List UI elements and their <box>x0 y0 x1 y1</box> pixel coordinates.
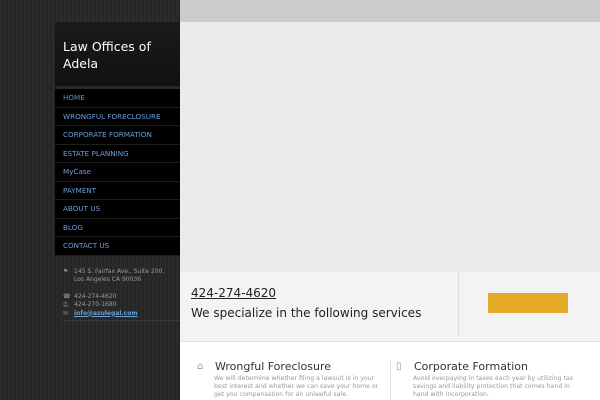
address: 145 S. Fairfax Ave., Suite 200, Los Ange… <box>74 268 164 285</box>
service-description: We will determine whether filing a lawsu… <box>214 375 387 399</box>
service-desc-line1: We will determine whether filing a lawsu… <box>214 375 375 382</box>
nav-item-contact-us[interactable]: CONTACT US <box>55 237 180 256</box>
phone-icon: ☎ <box>63 292 71 300</box>
services-divider <box>390 360 391 400</box>
phone-row: ☎ 424-274-4620 <box>63 293 180 302</box>
nav-item-about-us[interactable]: ABOUT US <box>55 200 180 219</box>
nav-item-blog[interactable]: BLOG <box>55 219 180 237</box>
fax-icon: ⎙ <box>63 301 68 308</box>
service-desc-line2: savings and liability protection that co… <box>413 383 570 390</box>
fax-row: ⎙ 424-270-1680 <box>63 301 180 310</box>
site-title-line1: Law Offices of <box>63 39 151 54</box>
address-row: ⚑ 145 S. Fairfax Ave., Suite 200, Los An… <box>63 268 180 285</box>
service-title[interactable]: Corporate Formation <box>414 360 528 373</box>
service-title[interactable]: Wrongful Foreclosure <box>215 360 331 373</box>
nav-item-mycase[interactable]: MyCase <box>55 163 180 182</box>
phone-number: 424-274-4620 <box>74 292 117 300</box>
service-head: ▯ Corporate Formation <box>396 360 586 373</box>
site-title-line2: Adela <box>63 56 99 71</box>
site-logo[interactable]: Law Offices of Adela <box>55 22 180 86</box>
service-description: Avoid overpaying in taxes each year by u… <box>413 375 586 399</box>
callout-text: We specialize in the following services <box>191 306 422 320</box>
service-desc-line3: get you compensation for an unlawful sal… <box>214 391 349 398</box>
address-line1: 145 S. Fairfax Ave., Suite 200, <box>74 267 165 275</box>
service-head: ⌂ Wrongful Foreclosure <box>197 360 387 373</box>
hero-slider[interactable] <box>180 22 600 272</box>
fax-number: 424-270-1680 <box>74 301 117 308</box>
contact-info: ⚑ 145 S. Fairfax Ave., Suite 200, Los An… <box>55 268 181 321</box>
service-desc-line3: hand with incorporation. <box>413 391 489 398</box>
contact-divider <box>63 320 181 321</box>
top-strip <box>180 0 600 22</box>
callout-button[interactable] <box>488 293 568 313</box>
map-marker-icon: ⚑ <box>63 267 69 275</box>
email-row: ✉ info@azulegal.com <box>63 310 180 319</box>
envelope-icon: ✉ <box>63 309 69 317</box>
callout-phone-link[interactable]: 424-274-4620 <box>191 286 276 300</box>
callout-divider <box>458 272 459 336</box>
nav-item-corporate-formation[interactable]: CORPORATE FORMATION <box>55 126 180 145</box>
nav-item-wrongful-foreclosure[interactable]: WRONGFUL FORECLOSURE <box>55 108 180 126</box>
email-link[interactable]: info@azulegal.com <box>74 310 138 319</box>
address-line2: Los Angeles CA 90036 <box>74 276 142 283</box>
service-desc-line1: Avoid overpaying in taxes each year by u… <box>413 375 574 382</box>
nav-item-payment[interactable]: PAYMENT <box>55 182 180 200</box>
services-section: ⌂ Wrongful Foreclosure We will determine… <box>180 342 600 400</box>
main-nav: HOME WRONGFUL FORECLOSURE CORPORATE FORM… <box>55 89 180 256</box>
service-desc-line2: best interest and whether we can save yo… <box>214 383 379 390</box>
nav-item-home[interactable]: HOME <box>55 89 180 108</box>
service-corporate-formation: ▯ Corporate Formation Avoid overpaying i… <box>396 342 586 399</box>
home-icon: ⌂ <box>197 361 204 372</box>
callout-bar: 424-274-4620 We specialize in the follow… <box>180 272 600 342</box>
main-content: 424-274-4620 We specialize in the follow… <box>180 0 600 400</box>
sidebar: Law Offices of Adela HOME WRONGFUL FOREC… <box>55 22 181 400</box>
building-icon: ▯ <box>396 361 402 372</box>
nav-item-estate-planning[interactable]: ESTATE PLANNING <box>55 145 180 163</box>
service-wrongful-foreclosure: ⌂ Wrongful Foreclosure We will determine… <box>197 342 387 399</box>
